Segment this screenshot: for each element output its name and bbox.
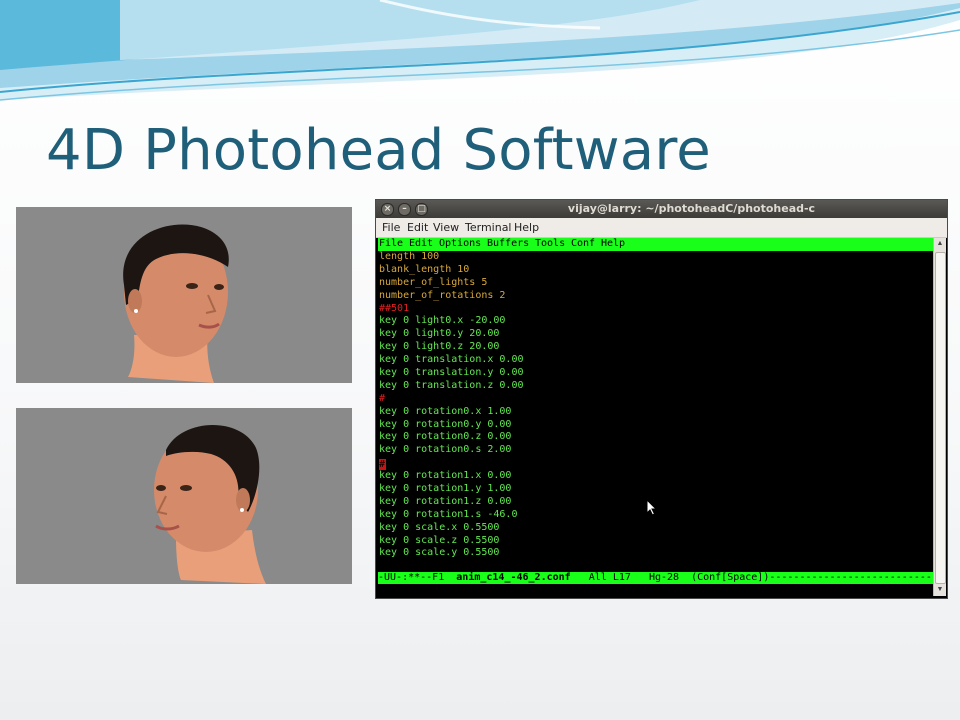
emacs-menu-conf[interactable]: Conf — [571, 238, 595, 251]
scroll-down-icon[interactable]: ▼ — [934, 584, 946, 596]
scrollbar-thumb[interactable] — [935, 252, 946, 584]
emacs-menu-buffers[interactable]: Buffers — [487, 238, 529, 251]
config-lines: length 100 blank_length 10 number_of_lig… — [379, 251, 524, 560]
menu-edit[interactable]: Edit — [407, 221, 428, 234]
header-swoosh — [0, 0, 960, 101]
config-line: key 0 scale.y 0.5500 — [379, 547, 500, 559]
menu-view[interactable]: View — [433, 221, 459, 234]
modeline-buffer-name: anim_c14_-46_2.conf — [456, 572, 571, 583]
terminal-content[interactable]: File Edit Options Buffers Tools Conf Hel… — [378, 238, 934, 598]
config-line: number_of_lights 5 — [379, 276, 488, 288]
emacs-modeline: -UU-:**--F1 anim_c14_-46_2.conf All L17 … — [378, 572, 934, 584]
config-line: key 0 rotation1.z 0.00 — [379, 495, 512, 507]
config-line: key 0 translation.y 0.00 — [379, 367, 524, 379]
emacs-menu-file[interactable]: File — [379, 238, 403, 251]
config-line: key 0 scale.z 0.5500 — [379, 534, 500, 546]
config-line: key 0 rotation0.y 0.00 — [379, 418, 512, 430]
head-render-facing-right — [16, 207, 352, 383]
modeline-prefix: -UU-:**--F1 — [378, 572, 457, 583]
modeline-status: All L17 Hg-28 (Conf[Space])-------------… — [570, 572, 934, 583]
config-line: length 100 — [379, 251, 440, 262]
window-titlebar[interactable]: × – □ vijay@larry: ~/photoheadC/photohea… — [376, 200, 947, 218]
text-cursor: # — [379, 459, 386, 471]
config-line: key 0 rotation1.x 0.00 — [379, 470, 512, 482]
comment-line: # — [379, 392, 386, 404]
config-line: key 0 scale.x 0.5500 — [379, 521, 500, 533]
emacs-menubar: File Edit Options Buffers Tools Conf Hel… — [378, 238, 934, 251]
menu-file[interactable]: File — [382, 221, 400, 234]
config-line: key 0 rotation0.s 2.00 — [379, 444, 512, 456]
config-line: key 0 light0.z 20.00 — [379, 341, 500, 353]
terminal-window[interactable]: × – □ vijay@larry: ~/photoheadC/photohea… — [375, 199, 948, 599]
window-title: vijay@larry: ~/photoheadC/photohead-c — [567, 202, 816, 215]
mouse-pointer-icon — [646, 499, 658, 516]
config-line: blank_length 10 — [379, 263, 470, 275]
slide-title: 4D Photohead Software — [46, 118, 711, 183]
config-line: key 0 rotation1.s -46.0 — [379, 508, 518, 520]
terminal-scrollbar[interactable]: ▲ ▼ — [933, 238, 946, 596]
comment-line: ##501 — [379, 302, 410, 314]
scroll-up-icon[interactable]: ▲ — [934, 238, 946, 250]
emacs-menu-tools[interactable]: Tools — [535, 238, 565, 251]
menu-help[interactable]: Help — [514, 221, 539, 234]
config-line: key 0 translation.z 0.00 — [379, 379, 524, 391]
cursor-line: # — [379, 457, 524, 471]
emacs-menu-options[interactable]: Options — [439, 238, 481, 251]
config-line: key 0 light0.x -20.00 — [379, 315, 506, 327]
config-line: key 0 translation.x 0.00 — [379, 354, 524, 366]
config-line: key 0 rotation0.z 0.00 — [379, 431, 512, 443]
config-line: number_of_rotations 2 — [379, 289, 506, 301]
menu-terminal[interactable]: Terminal — [465, 221, 512, 234]
head-render-facing-left — [16, 408, 352, 584]
config-line: key 0 rotation0.x 1.00 — [379, 405, 512, 417]
terminal-menubar: File Edit View Terminal Help — [376, 218, 947, 238]
emacs-menu-edit[interactable]: Edit — [409, 238, 433, 251]
config-line: key 0 light0.y 20.00 — [379, 328, 500, 340]
emacs-menu-help[interactable]: Help — [601, 238, 625, 251]
config-line: key 0 rotation1.y 1.00 — [379, 483, 512, 495]
